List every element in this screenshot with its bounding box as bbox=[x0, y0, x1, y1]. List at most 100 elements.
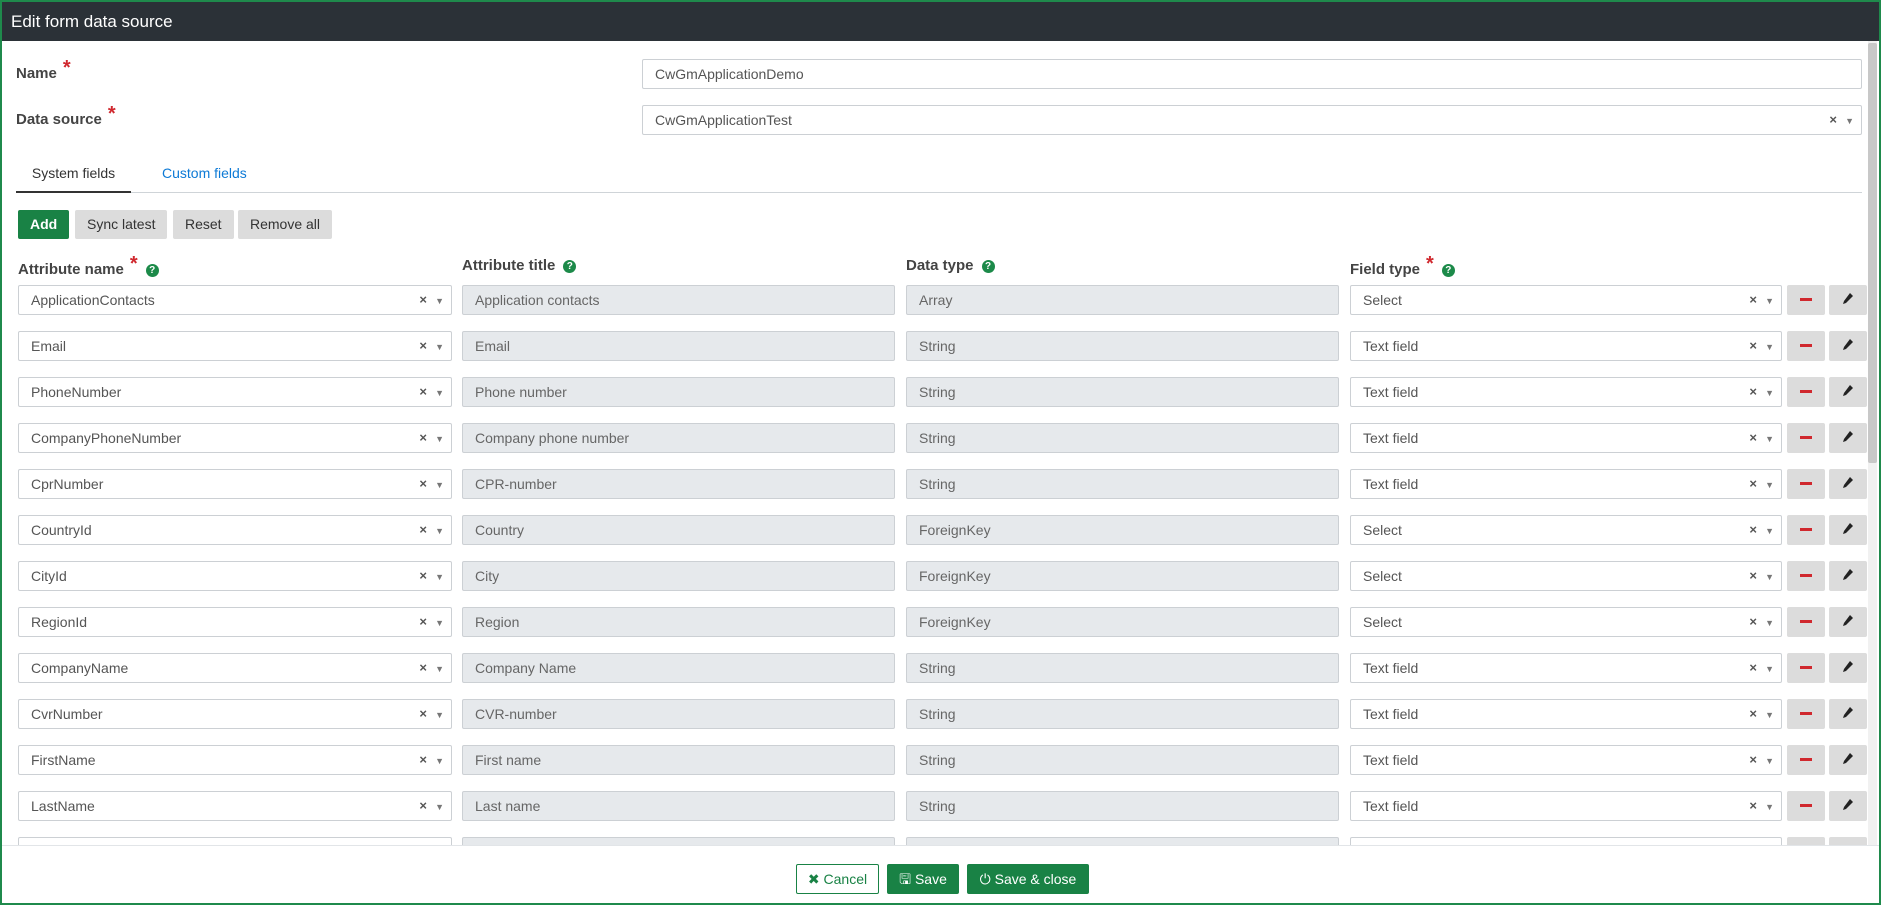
field-type-select[interactable]: Text field × ▼ bbox=[1350, 377, 1782, 407]
remove-row-button[interactable] bbox=[1787, 285, 1825, 315]
remove-row-button[interactable] bbox=[1787, 515, 1825, 545]
chevron-down-icon[interactable]: ▼ bbox=[435, 747, 444, 775]
chevron-down-icon[interactable]: ▼ bbox=[435, 563, 444, 591]
clear-icon[interactable]: × bbox=[419, 470, 427, 498]
chevron-down-icon[interactable]: ▼ bbox=[435, 655, 444, 683]
clear-icon[interactable]: × bbox=[1749, 562, 1757, 590]
chevron-down-icon[interactable]: ▼ bbox=[1765, 563, 1774, 591]
chevron-down-icon[interactable]: ▼ bbox=[1765, 471, 1774, 499]
edit-row-button[interactable] bbox=[1829, 653, 1867, 683]
chevron-down-icon[interactable]: ▼ bbox=[1765, 333, 1774, 361]
remove-row-button[interactable] bbox=[1787, 423, 1825, 453]
attribute-name-select[interactable]: CountryId × ▼ bbox=[18, 515, 452, 545]
save-button[interactable]: 🖫 Save bbox=[887, 864, 959, 894]
field-type-select[interactable]: Text field × ▼ bbox=[1350, 653, 1782, 683]
remove-row-button[interactable] bbox=[1787, 791, 1825, 821]
edit-row-button[interactable] bbox=[1829, 745, 1867, 775]
chevron-down-icon[interactable]: ▼ bbox=[435, 517, 444, 545]
save-close-button[interactable]: ⏻ Save & close bbox=[967, 864, 1089, 894]
field-type-select[interactable]: Text field × ▼ bbox=[1350, 469, 1782, 499]
clear-icon[interactable]: × bbox=[1749, 286, 1757, 314]
remove-row-button[interactable] bbox=[1787, 469, 1825, 499]
clear-icon[interactable]: × bbox=[419, 332, 427, 360]
edit-row-button[interactable] bbox=[1829, 469, 1867, 499]
remove-row-button[interactable] bbox=[1787, 745, 1825, 775]
attribute-name-select[interactable]: CityId × ▼ bbox=[18, 561, 452, 591]
edit-row-button[interactable] bbox=[1829, 561, 1867, 591]
clear-icon[interactable]: × bbox=[1749, 378, 1757, 406]
clear-icon[interactable]: × bbox=[1749, 700, 1757, 728]
clear-icon[interactable]: × bbox=[1749, 470, 1757, 498]
clear-icon[interactable]: × bbox=[419, 746, 427, 774]
attribute-name-select[interactable]: ApplicationContacts × ▼ bbox=[18, 285, 452, 315]
edit-row-button[interactable] bbox=[1829, 423, 1867, 453]
clear-icon[interactable]: × bbox=[1749, 332, 1757, 360]
chevron-down-icon[interactable]: ▼ bbox=[435, 471, 444, 499]
attribute-name-select[interactable]: FirstName × ▼ bbox=[18, 745, 452, 775]
attribute-name-select[interactable]: CvrNumber × ▼ bbox=[18, 699, 452, 729]
remove-row-button[interactable] bbox=[1787, 837, 1825, 845]
clear-icon[interactable]: × bbox=[419, 562, 427, 590]
chevron-down-icon[interactable]: ▼ bbox=[435, 425, 444, 453]
help-icon[interactable]: ? bbox=[145, 264, 159, 277]
chevron-down-icon[interactable]: ▼ bbox=[1765, 517, 1774, 545]
attribute-name-select[interactable] bbox=[18, 837, 452, 845]
scrollbar[interactable] bbox=[1868, 41, 1877, 845]
remove-row-button[interactable] bbox=[1787, 377, 1825, 407]
edit-row-button[interactable] bbox=[1829, 607, 1867, 637]
chevron-down-icon[interactable]: ▼ bbox=[1765, 701, 1774, 729]
chevron-down-icon[interactable]: ▼ bbox=[1765, 747, 1774, 775]
clear-icon[interactable]: × bbox=[419, 700, 427, 728]
field-type-select[interactable]: Text field × ▼ bbox=[1350, 331, 1782, 361]
edit-row-button[interactable] bbox=[1829, 699, 1867, 729]
cancel-button[interactable]: ✖ Cancel bbox=[796, 864, 879, 894]
chevron-down-icon[interactable]: ▼ bbox=[435, 793, 444, 821]
chevron-down-icon[interactable]: ▼ bbox=[435, 333, 444, 361]
clear-icon[interactable]: × bbox=[1749, 654, 1757, 682]
field-type-select[interactable]: Text field × ▼ bbox=[1350, 745, 1782, 775]
datasource-select[interactable]: CwGmApplicationTest × ▼ bbox=[642, 105, 1862, 135]
tab-custom-fields[interactable]: Custom fields bbox=[146, 157, 263, 193]
reset-button[interactable]: Reset bbox=[173, 210, 234, 239]
help-icon[interactable]: ? bbox=[563, 260, 577, 273]
attribute-name-select[interactable]: RegionId × ▼ bbox=[18, 607, 452, 637]
remove-row-button[interactable] bbox=[1787, 699, 1825, 729]
field-type-select[interactable]: Select × ▼ bbox=[1350, 561, 1782, 591]
attribute-name-select[interactable]: Email × ▼ bbox=[18, 331, 452, 361]
chevron-down-icon[interactable]: ▼ bbox=[435, 287, 444, 315]
edit-row-button[interactable] bbox=[1829, 837, 1867, 845]
remove-row-button[interactable] bbox=[1787, 653, 1825, 683]
clear-icon[interactable]: × bbox=[1749, 792, 1757, 820]
clear-icon[interactable]: × bbox=[1749, 608, 1757, 636]
chevron-down-icon[interactable]: ▼ bbox=[435, 701, 444, 729]
clear-icon[interactable]: × bbox=[419, 608, 427, 636]
attribute-name-select[interactable]: LastName × ▼ bbox=[18, 791, 452, 821]
edit-row-button[interactable] bbox=[1829, 285, 1867, 315]
field-type-select[interactable]: Text field × ▼ bbox=[1350, 699, 1782, 729]
remove-row-button[interactable] bbox=[1787, 561, 1825, 591]
remove-all-button[interactable]: Remove all bbox=[238, 210, 333, 239]
chevron-down-icon[interactable]: ▼ bbox=[1845, 107, 1854, 135]
chevron-down-icon[interactable]: ▼ bbox=[1765, 655, 1774, 683]
clear-icon[interactable]: × bbox=[1749, 516, 1757, 544]
name-input[interactable]: CwGmApplicationDemo bbox=[642, 59, 1862, 89]
attribute-name-select[interactable]: CprNumber × ▼ bbox=[18, 469, 452, 499]
clear-icon[interactable]: × bbox=[419, 792, 427, 820]
field-type-select[interactable]: Select × ▼ bbox=[1350, 515, 1782, 545]
clear-icon[interactable]: × bbox=[419, 378, 427, 406]
remove-row-button[interactable] bbox=[1787, 607, 1825, 637]
attribute-name-select[interactable]: PhoneNumber × ▼ bbox=[18, 377, 452, 407]
edit-row-button[interactable] bbox=[1829, 515, 1867, 545]
help-icon[interactable]: ? bbox=[981, 260, 995, 273]
attribute-name-select[interactable]: CompanyPhoneNumber × ▼ bbox=[18, 423, 452, 453]
clear-icon[interactable]: × bbox=[419, 424, 427, 452]
help-icon[interactable]: ? bbox=[1441, 264, 1455, 277]
chevron-down-icon[interactable]: ▼ bbox=[435, 379, 444, 407]
add-button[interactable]: Add bbox=[18, 210, 70, 239]
chevron-down-icon[interactable]: ▼ bbox=[1765, 379, 1774, 407]
clear-icon[interactable]: × bbox=[1749, 424, 1757, 452]
chevron-down-icon[interactable]: ▼ bbox=[1765, 609, 1774, 637]
edit-row-button[interactable] bbox=[1829, 331, 1867, 361]
chevron-down-icon[interactable]: ▼ bbox=[1765, 287, 1774, 315]
sync-latest-button[interactable]: Sync latest bbox=[75, 210, 168, 239]
